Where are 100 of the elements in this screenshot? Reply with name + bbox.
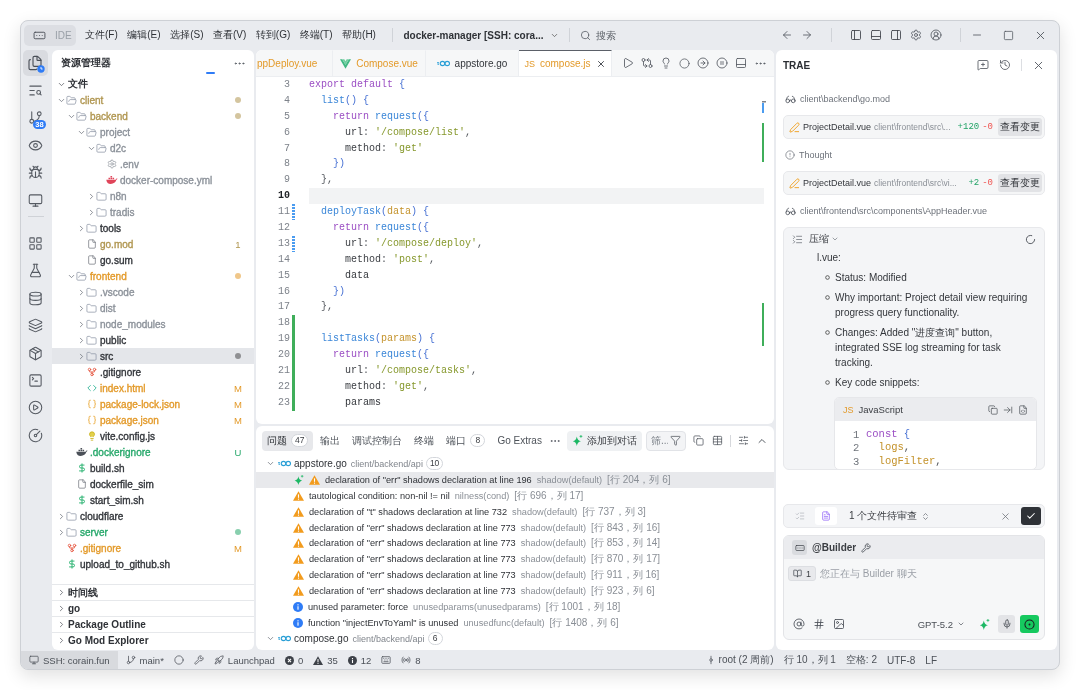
tree-item[interactable]: server — [52, 524, 254, 540]
settings-icon[interactable] — [910, 29, 922, 41]
section-header[interactable]: 文件 — [52, 76, 254, 92]
context-chip[interactable]: 1 — [788, 566, 816, 581]
panel-tab[interactable]: 端口 8 — [441, 430, 491, 451]
problem-item[interactable]: declaration of "err" shadows declaration at line 773 shadow(default) [行 870，列 17] — [256, 551, 774, 568]
table-icon[interactable] — [711, 435, 723, 446]
tree-item[interactable]: .env — [52, 156, 254, 172]
tree-item[interactable]: start_sim.sh — [52, 492, 254, 508]
status-item[interactable]: Launchpad — [211, 651, 277, 669]
view-changes-button[interactable]: 查看变更 — [998, 118, 1042, 136]
back-arrow-icon[interactable] — [781, 29, 793, 41]
play-icon[interactable] — [622, 57, 634, 69]
panel-tab[interactable]: 调试控制台 — [347, 430, 408, 451]
tree-item[interactable]: .vscode — [52, 284, 254, 300]
review-tab[interactable] — [815, 507, 837, 525]
status-item[interactable]: main* — [123, 651, 166, 669]
menu-item[interactable]: 帮助(H) — [339, 28, 379, 42]
tree-item[interactable]: d2c — [52, 140, 254, 156]
circle-icon[interactable] — [679, 57, 690, 69]
section-header[interactable]: Package Outline — [52, 616, 254, 632]
account-icon[interactable] — [930, 29, 942, 41]
view-changes-button[interactable]: 查看变更 — [998, 174, 1042, 192]
circle-pause-icon[interactable] — [716, 57, 728, 69]
status-item[interactable]: 0 — [282, 651, 306, 669]
tree-item[interactable]: .dockerignore U — [52, 444, 254, 460]
menu-item[interactable]: 编辑(E) — [124, 28, 164, 42]
right-panel-icon[interactable] — [890, 29, 902, 41]
tree-item[interactable]: node_modules — [52, 316, 254, 332]
menu-item[interactable]: 文件(F) — [82, 28, 121, 42]
copy-icon[interactable] — [988, 404, 998, 415]
accept-button[interactable] — [1021, 507, 1041, 525]
message-input[interactable]: 您正在与 Builder 聊天 — [820, 566, 1038, 581]
problem-group[interactable]: appstore.go client/backend/api 10 — [256, 456, 774, 472]
tree-item[interactable]: tools — [52, 220, 254, 236]
tree-item[interactable]: go.sum — [52, 252, 254, 268]
status-item[interactable]: 空格: 2 — [845, 653, 877, 667]
tree-item[interactable]: vite.config.js — [52, 428, 254, 444]
at-sign-icon[interactable] — [793, 618, 805, 630]
tree-item[interactable]: n8n — [52, 188, 254, 204]
history-icon[interactable] — [999, 59, 1011, 71]
menu-item[interactable]: 选择(S) — [167, 28, 207, 42]
problem-item[interactable]: declaration of "err" shadows declaration at line 773 shadow(default) [行 853，列 14] — [256, 535, 774, 552]
menu-item[interactable]: 终端(T) — [296, 28, 336, 42]
menu-item[interactable]: 查看(V) — [209, 28, 250, 42]
microphone-button[interactable] — [998, 615, 1015, 633]
tree-item[interactable]: docker-compose.yml — [52, 172, 254, 188]
problem-item[interactable]: declaration of "err" shadows declaration at line 773 shadow(default) [行 843，列 16] — [256, 519, 774, 536]
close-icon[interactable] — [595, 58, 606, 69]
compress-dropdown[interactable]: 压缩 — [809, 232, 839, 246]
tree-item[interactable]: build.sh — [52, 460, 254, 476]
add-to-chat-button[interactable]: 添加到对话 — [566, 430, 642, 451]
problem-item[interactable]: unused parameter: force unusedparams(unusedparams) [行 1001，列 18] — [256, 599, 774, 615]
status-item[interactable]: 行 10，列 1 — [783, 653, 836, 667]
left-panel-icon[interactable] — [850, 29, 862, 41]
status-item[interactable]: 35 — [311, 651, 340, 669]
copy-icon[interactable] — [693, 435, 705, 446]
panel-tab[interactable]: Go Extras — [492, 430, 547, 451]
problem-item[interactable]: declaration of "err" shadows declaration at line 196 shadow(default) [行 204，列 6] — [256, 471, 774, 488]
filter-field[interactable]: 筛... — [645, 430, 686, 451]
search-field[interactable]: 搜索 — [596, 29, 637, 41]
problem-group[interactable]: compose.go client/backend/api 6 — [256, 630, 774, 647]
problem-item[interactable]: declaration of "t" shadows declaration at line 732 shadow(default) [行 737，列 3] — [256, 503, 774, 520]
tree-item[interactable]: src — [52, 348, 254, 364]
activity-button[interactable] — [23, 50, 48, 77]
compare-icon[interactable] — [641, 57, 653, 69]
section-header[interactable]: 时间线 — [52, 584, 254, 600]
review-dropdown[interactable]: 1 个文件待审查 — [849, 509, 931, 523]
section-header[interactable]: go — [52, 600, 254, 616]
status-item[interactable]: 12 — [345, 651, 374, 669]
bottom-panel-icon[interactable] — [870, 29, 882, 41]
model-selector[interactable]: GPT-5.2 — [917, 618, 965, 630]
tree-item[interactable]: .gitignore — [52, 364, 254, 380]
problem-item[interactable]: function "injectEnvToYaml" is unused unusedfunc(default) [行 1408，列 6] — [256, 614, 774, 631]
tree-item[interactable]: upload_to_github.sh — [52, 556, 254, 572]
forward-arrow-icon[interactable] — [801, 29, 813, 41]
problem-item[interactable]: declaration of "err" shadows declaration at line 773 shadow(default) [行 911，列 16] — [256, 567, 774, 584]
status-item[interactable]: root (2 周前) — [705, 653, 774, 667]
tree-item[interactable]: public — [52, 332, 254, 348]
tree-item[interactable]: dist — [52, 300, 254, 316]
status-item[interactable]: SSH: corain.fun — [21, 651, 118, 669]
sliders-icon[interactable] — [737, 435, 749, 446]
tree-item[interactable]: tradis — [52, 204, 254, 220]
image-icon[interactable] — [833, 618, 845, 630]
problem-item[interactable]: tautological condition: non-nil != nil nilness(cond) [行 696，列 17] — [256, 487, 774, 504]
status-item[interactable]: 8 — [399, 651, 423, 669]
tree-item[interactable]: cloudflare — [52, 508, 254, 524]
panel-tab[interactable]: 输出 — [315, 430, 346, 451]
panel-tab[interactable]: 问题 47 — [262, 430, 314, 451]
workspace-selector[interactable]: docker-manager [SSH: cora... — [403, 29, 560, 41]
insert-icon[interactable] — [1003, 404, 1013, 415]
section-header[interactable]: Go Mod Explorer — [52, 632, 254, 648]
menu-item[interactable]: 转到(G) — [252, 28, 294, 42]
split-panel-icon[interactable] — [735, 57, 747, 69]
send-button[interactable] — [1020, 615, 1039, 633]
new-chat-icon[interactable] — [977, 59, 989, 71]
tree-item[interactable]: project — [52, 124, 254, 140]
tree-item[interactable]: dockerfile_sim — [52, 476, 254, 492]
file-code-icon[interactable] — [1018, 404, 1028, 415]
status-item[interactable]: UTF-8 — [887, 654, 916, 666]
